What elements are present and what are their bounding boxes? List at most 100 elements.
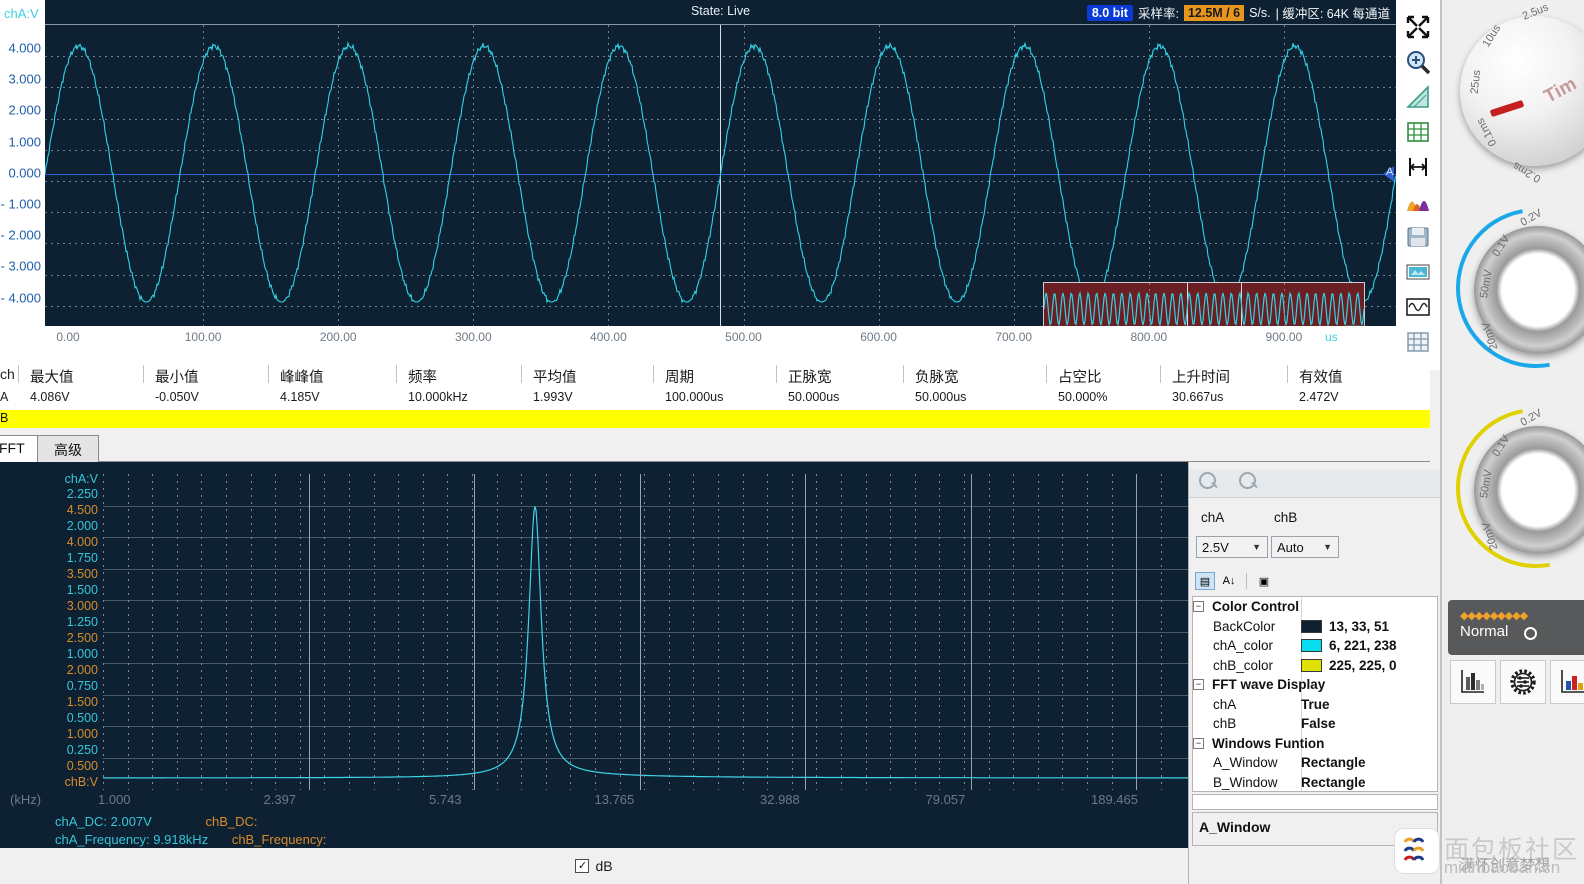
alphabetical-sort-icon[interactable]: A↓: [1219, 572, 1239, 590]
db-checkbox[interactable]: ✓: [575, 859, 590, 873]
scope-x-axis-unit: us: [1325, 330, 1338, 344]
measurement-col-divider: [1160, 365, 1161, 383]
property-value[interactable]: True: [1301, 697, 1330, 712]
property-value[interactable]: Rectangle: [1301, 775, 1366, 790]
fft-readouts: chA_DC: 2.007V chB_DC: chA_Frequency: 9.…: [55, 814, 405, 847]
bottom-tabstrip: FFT 高级: [0, 432, 1430, 462]
gear-settings-button[interactable]: [1500, 660, 1546, 704]
measurement-header: 最大值: [30, 370, 74, 386]
zoom-in-icon[interactable]: [1399, 45, 1437, 79]
tab-fft[interactable]: FFT: [0, 435, 42, 462]
measurement-value: 2.472V: [1299, 390, 1339, 404]
property-group[interactable]: − FFT wave Display: [1193, 675, 1437, 695]
property-pages-icon[interactable]: ▣: [1254, 572, 1274, 590]
ruler-triangle-icon[interactable]: [1399, 80, 1437, 114]
overview-waveform: [1044, 290, 1364, 326]
scope-y-tick: - 3.000: [0, 258, 41, 274]
cha-range-select[interactable]: 2.5V ▼: [1196, 536, 1268, 558]
color-swatch[interactable]: [1301, 658, 1322, 672]
export-image-icon[interactable]: [1399, 255, 1437, 289]
scope-channel-a-waveform: [45, 41, 1396, 304]
property-value[interactable]: False: [1301, 716, 1336, 731]
property-value[interactable]: 225, 225, 0: [1301, 658, 1397, 673]
cha-range-label: chA: [1201, 510, 1225, 525]
property-row[interactable]: chB_color 225, 225, 0: [1193, 656, 1437, 676]
chb-range-select[interactable]: Auto ▼: [1271, 536, 1339, 558]
property-row[interactable]: chB False: [1193, 714, 1437, 734]
property-value[interactable]: 6, 221, 238: [1301, 638, 1397, 653]
cha-volts-knob[interactable]: [1424, 176, 1584, 400]
scope-y-tick: 2.000: [8, 102, 41, 118]
tab-advanced[interactable]: 高级: [37, 435, 99, 462]
expander-icon[interactable]: −: [1193, 679, 1204, 691]
measurement-row-header: ch: [0, 366, 15, 382]
property-value[interactable]: 13, 33, 51: [1301, 619, 1389, 634]
property-group[interactable]: − Color Control: [1193, 597, 1437, 617]
scope-grid-line: [338, 25, 340, 326]
overview-checkbox[interactable]: ✓: [1346, 325, 1361, 326]
measurement-value: 100.000us: [665, 390, 724, 404]
cha-range-value: 2.5V: [1202, 539, 1229, 555]
categorized-view-icon[interactable]: ▤: [1195, 572, 1215, 590]
bar-chart-button[interactable]: [1450, 660, 1496, 704]
color-swatch[interactable]: [1301, 639, 1322, 653]
fft-grid-line: [805, 474, 806, 790]
scope-y-tick: - 4.000: [0, 290, 41, 306]
histogram-icon[interactable]: [1399, 185, 1437, 219]
scope-vertical-toolbar: [1396, 0, 1440, 370]
measurement-col-divider: [143, 365, 144, 383]
horizontal-measure-icon[interactable]: [1399, 150, 1437, 184]
property-group-label: Color Control: [1212, 599, 1299, 615]
property-grid[interactable]: − Color Control BackColor 13, 33, 51 chA_col…: [1192, 596, 1438, 792]
property-row[interactable]: chA_color 6, 221, 238: [1193, 636, 1437, 656]
color-swatch[interactable]: [1301, 619, 1322, 633]
measurement-col-divider: [18, 365, 19, 383]
property-value[interactable]: Rectangle: [1301, 755, 1366, 770]
grid-icon[interactable]: [1399, 115, 1437, 149]
expander-icon[interactable]: −: [1193, 737, 1204, 749]
property-row[interactable]: B_Window Rectangle: [1193, 773, 1437, 793]
search-icon[interactable]: [1199, 472, 1221, 494]
scope-waveform-plot[interactable]: A ✓: [45, 24, 1396, 326]
property-group-label: FFT wave Display: [1212, 677, 1326, 693]
chb-volts-knob[interactable]: [1424, 376, 1584, 600]
fft-y-tick-b: 2.000: [66, 663, 98, 677]
color-chart-button[interactable]: [1550, 660, 1584, 704]
property-row[interactable]: chA True: [1193, 695, 1437, 715]
measurement-value: 50.000%: [1058, 390, 1108, 404]
property-row[interactable]: A_Window Rectangle: [1193, 753, 1437, 773]
property-group[interactable]: − Windows Funtion: [1193, 734, 1437, 754]
fft-y-tick-a: 1.750: [66, 551, 98, 565]
scope-status-bar: State: Live 8.0 bit 采样率: 12.5M / 6 S/s. …: [45, 0, 1396, 24]
scope-channel-label: chA:V: [4, 6, 39, 21]
save-floppy-icon[interactable]: [1399, 220, 1437, 254]
property-row[interactable]: BackColor 13, 33, 51: [1193, 617, 1437, 637]
scope-overview-box[interactable]: ✓: [1043, 282, 1365, 326]
property-name: chB_color: [1213, 657, 1274, 673]
scope-grid-line: [1013, 25, 1015, 326]
expander-icon[interactable]: −: [1193, 601, 1204, 613]
scope-x-tick: 500.00: [725, 330, 762, 344]
property-panel: chA chB 2.5V ▼ Auto ▼ ▤ A↓ ▣ − Color Cont…: [1188, 462, 1441, 884]
measurement-col-divider: [268, 365, 269, 383]
property-value-text: 6, 221, 238: [1329, 638, 1397, 654]
measurement-row-label-b: B: [0, 411, 9, 425]
expand-arrows-icon[interactable]: [1399, 10, 1437, 44]
fft-y-tick-a: 0.750: [66, 679, 98, 693]
scope-channel-a-marker[interactable]: A: [1383, 166, 1394, 182]
search-clear-icon[interactable]: [1239, 472, 1261, 494]
fft-plot[interactable]: [103, 474, 1188, 790]
fft-y-tick-a: 1.000: [66, 647, 98, 661]
scope-grid-line: [203, 25, 205, 326]
measurement-table: ch A 最大值 4.086V 最小值 -0.050V 峰峰值 4.185V 频率 10.00…: [0, 362, 1430, 410]
scope-x-tick: 200.00: [319, 330, 357, 344]
scope-x-tick: 700.00: [995, 330, 1033, 344]
table-icon[interactable]: [1399, 325, 1437, 359]
trigger-mode-led: [1524, 627, 1537, 640]
scope-y-tick: 4.000: [8, 40, 41, 56]
scope-grid-line: [608, 25, 610, 326]
property-value-text: Rectangle: [1301, 774, 1366, 790]
waveform-icon[interactable]: [1399, 290, 1437, 324]
property-value-text: 225, 225, 0: [1329, 657, 1397, 673]
trigger-mode-indicator[interactable]: ◆◆◆◆◆◆◆◆◆ Normal: [1448, 600, 1584, 655]
